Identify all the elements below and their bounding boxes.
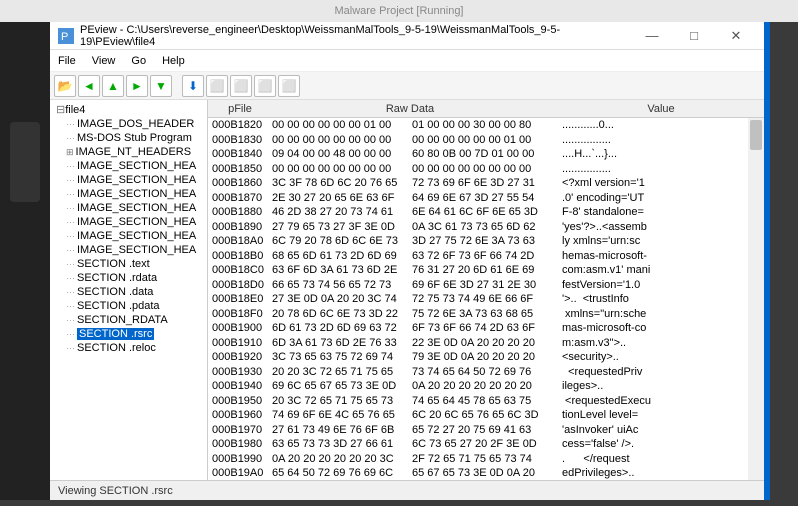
hex-row[interactable]: 000B19006D 61 73 2D 6D 69 63 726F 73 6F …: [208, 321, 764, 336]
tb-open[interactable]: 📂: [54, 75, 76, 97]
col-value[interactable]: Value: [548, 103, 764, 115]
vm-title-text: Malware Project [Running]: [334, 5, 463, 17]
tree-item-14[interactable]: SECTION_RDATA: [52, 313, 205, 327]
tree-item-1[interactable]: MS-DOS Stub Program: [52, 131, 205, 145]
hex-row[interactable]: 000B195020 3C 72 65 71 75 65 7374 65 64 …: [208, 394, 764, 409]
hex-row[interactable]: 000B198063 65 73 73 3D 27 66 616C 73 65 …: [208, 437, 764, 452]
hex-row[interactable]: 000B18F020 78 6D 6C 6E 73 3D 2275 72 6E …: [208, 307, 764, 322]
tree-item-13[interactable]: SECTION .pdata: [52, 299, 205, 313]
tree-item-7[interactable]: IMAGE_SECTION_HEA: [52, 215, 205, 229]
titlebar[interactable]: P PEview - C:\Users\reverse_engineer\Des…: [50, 22, 764, 50]
tb-b2[interactable]: ⬜: [206, 75, 228, 97]
tb-back[interactable]: ◄: [78, 75, 100, 97]
main-area: file4 IMAGE_DOS_HEADERMS-DOS Stub Progra…: [50, 100, 764, 480]
col-pfile[interactable]: pFile: [208, 103, 272, 115]
tree-item-5[interactable]: IMAGE_SECTION_HEA: [52, 187, 205, 201]
hex-header: pFile Raw Data Value: [208, 100, 764, 118]
col-raw[interactable]: Raw Data: [272, 103, 548, 115]
hex-row[interactable]: 000B183000 00 00 00 00 00 00 0000 00 00 …: [208, 133, 764, 148]
peview-window: P PEview - C:\Users\reverse_engineer\Des…: [50, 22, 770, 500]
vertical-scrollbar[interactable]: [748, 118, 764, 480]
hex-row[interactable]: 000B19A065 64 50 72 69 76 69 6C65 67 65 …: [208, 466, 764, 480]
maximize-button[interactable]: □: [674, 23, 714, 49]
close-button[interactable]: ✕: [716, 23, 756, 49]
tree-item-15[interactable]: SECTION .rsrc: [52, 327, 205, 341]
window-title: PEview - C:\Users\reverse_engineer\Deskt…: [80, 24, 632, 48]
hex-row[interactable]: 000B18B068 65 6D 61 73 2D 6D 6963 72 6F …: [208, 249, 764, 264]
tb-b4[interactable]: ⬜: [254, 75, 276, 97]
hex-row[interactable]: 000B18A06C 79 20 78 6D 6C 6E 733D 27 75 …: [208, 234, 764, 249]
hex-row[interactable]: 000B19900A 20 20 20 20 20 20 3C2F 72 65 …: [208, 452, 764, 467]
app-icon: P: [58, 28, 74, 44]
hex-row[interactable]: 000B19106D 3A 61 73 6D 2E 76 3322 3E 0D …: [208, 336, 764, 351]
hex-row[interactable]: 000B197027 61 73 49 6E 76 6F 6B65 72 27 …: [208, 423, 764, 438]
hex-panel: pFile Raw Data Value 000B182000 00 00 00…: [208, 100, 764, 480]
hex-row[interactable]: 000B196074 69 6F 6E 4C 65 76 656C 20 6C …: [208, 408, 764, 423]
tree-item-4[interactable]: IMAGE_SECTION_HEA: [52, 173, 205, 187]
menu-view[interactable]: View: [92, 55, 116, 67]
tree-item-10[interactable]: SECTION .text: [52, 257, 205, 271]
tree-item-2[interactable]: IMAGE_NT_HEADERS: [52, 145, 205, 159]
hex-row[interactable]: 000B188046 2D 38 27 20 73 74 616E 64 61 …: [208, 205, 764, 220]
hex-row[interactable]: 000B19203C 73 65 63 75 72 69 7479 3E 0D …: [208, 350, 764, 365]
hex-body[interactable]: 000B182000 00 00 00 00 00 01 0001 00 00 …: [208, 118, 764, 480]
host-background: [0, 22, 50, 500]
toolbar: 📂 ◄ ▲ ► ▼ ⬇ ⬜ ⬜ ⬜ ⬜: [50, 72, 764, 100]
tb-up[interactable]: ▲: [102, 75, 124, 97]
tree-item-3[interactable]: IMAGE_SECTION_HEA: [52, 159, 205, 173]
hex-row[interactable]: 000B184009 04 00 00 48 00 00 0060 80 0B …: [208, 147, 764, 162]
menu-help[interactable]: Help: [162, 55, 185, 67]
svg-text:P: P: [61, 31, 68, 43]
hex-row[interactable]: 000B18702E 30 27 20 65 6E 63 6F64 69 6E …: [208, 191, 764, 206]
menubar: File View Go Help: [50, 50, 764, 72]
hex-row[interactable]: 000B182000 00 00 00 00 00 01 0001 00 00 …: [208, 118, 764, 133]
hex-row[interactable]: 000B189027 79 65 73 27 3F 3E 0D0A 3C 61 …: [208, 220, 764, 235]
hex-row[interactable]: 000B18603C 3F 78 6D 6C 20 76 6572 73 69 …: [208, 176, 764, 191]
tb-down[interactable]: ▼: [150, 75, 172, 97]
tree-item-0[interactable]: IMAGE_DOS_HEADER: [52, 117, 205, 131]
menu-file[interactable]: File: [58, 55, 76, 67]
tree-panel: file4 IMAGE_DOS_HEADERMS-DOS Stub Progra…: [50, 100, 208, 480]
tree-root[interactable]: file4: [52, 102, 205, 117]
minimize-button[interactable]: —: [632, 23, 672, 49]
statusbar: Viewing SECTION .rsrc: [50, 480, 764, 500]
tb-b5[interactable]: ⬜: [278, 75, 300, 97]
status-text: Viewing SECTION .rsrc: [58, 485, 173, 497]
tree-item-9[interactable]: IMAGE_SECTION_HEA: [52, 243, 205, 257]
tree-item-12[interactable]: SECTION .data: [52, 285, 205, 299]
hex-row[interactable]: 000B185000 00 00 00 00 00 00 0000 00 00 …: [208, 162, 764, 177]
tb-fwd[interactable]: ►: [126, 75, 148, 97]
hex-row[interactable]: 000B18C063 6F 6D 3A 61 73 6D 2E76 31 27 …: [208, 263, 764, 278]
tree-item-6[interactable]: IMAGE_SECTION_HEA: [52, 201, 205, 215]
scrollbar-thumb[interactable]: [750, 120, 762, 150]
hex-row[interactable]: 000B18D066 65 73 74 56 65 72 7369 6F 6E …: [208, 278, 764, 293]
tree-item-8[interactable]: IMAGE_SECTION_HEA: [52, 229, 205, 243]
tb-b3[interactable]: ⬜: [230, 75, 252, 97]
vm-outer-titlebar: Malware Project [Running]: [0, 0, 798, 22]
hex-row[interactable]: 000B194069 6C 65 67 65 73 3E 0D0A 20 20 …: [208, 379, 764, 394]
tb-b1[interactable]: ⬇: [182, 75, 204, 97]
tree-item-16[interactable]: SECTION .reloc: [52, 341, 205, 355]
tree-item-11[interactable]: SECTION .rdata: [52, 271, 205, 285]
hex-row[interactable]: 000B193020 20 3C 72 65 71 75 6573 74 65 …: [208, 365, 764, 380]
menu-go[interactable]: Go: [131, 55, 146, 67]
hex-row[interactable]: 000B18E027 3E 0D 0A 20 20 3C 7472 75 73 …: [208, 292, 764, 307]
